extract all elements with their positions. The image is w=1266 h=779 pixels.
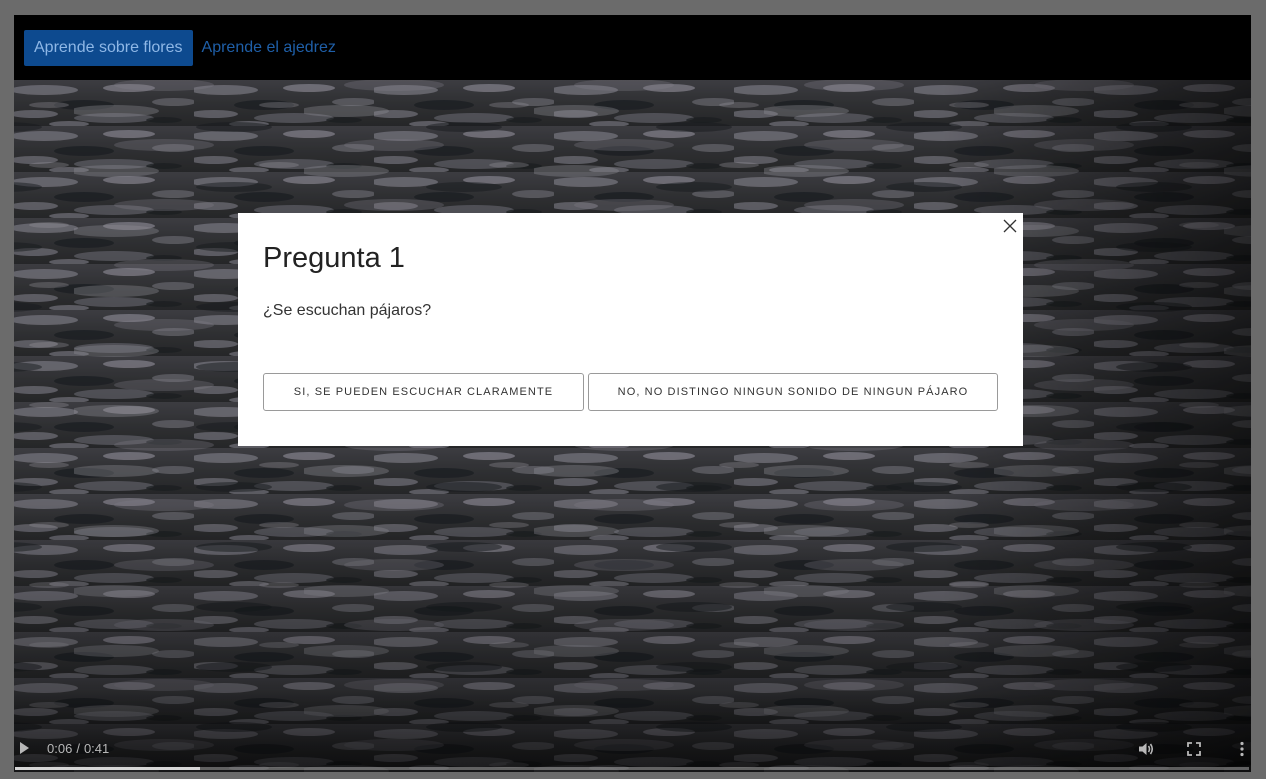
answer-no-button[interactable]: NO, NO DISTINGO NINGUN SONIDO DE NINGUN … [588, 373, 998, 411]
time-separator: / [76, 741, 80, 756]
play-icon[interactable] [20, 742, 29, 754]
modal-title: Pregunta 1 [263, 242, 405, 274]
modal-question: ¿Se escuchan pájaros? [263, 302, 432, 319]
volume-icon[interactable] [1137, 740, 1155, 758]
top-nav: Aprende sobre flores Aprende el ajedrez [14, 15, 1251, 80]
fullscreen-icon[interactable] [1185, 740, 1203, 758]
answer-yes-button[interactable]: SI, SE PUEDEN ESCUCHAR CLARAMENTE [263, 373, 584, 411]
more-options-icon[interactable] [1233, 740, 1251, 758]
video-controls: 0:06/0:41 [14, 692, 1251, 772]
close-icon[interactable] [1003, 219, 1017, 233]
page: Aprende sobre flores Aprende el ajedrez [0, 0, 1266, 779]
duration: 0:41 [83, 741, 110, 756]
question-modal: Pregunta 1 ¿Se escuchan pájaros? SI, SE … [238, 213, 1023, 446]
tab-aprende-el-ajedrez[interactable]: Aprende el ajedrez [192, 30, 346, 66]
current-time: 0:06 [47, 741, 73, 756]
tab-aprende-sobre-flores[interactable]: Aprende sobre flores [24, 29, 193, 66]
time-display: 0:06/0:41 [47, 740, 109, 758]
progress-bar[interactable] [15, 767, 1249, 770]
progress-fill [15, 767, 201, 770]
